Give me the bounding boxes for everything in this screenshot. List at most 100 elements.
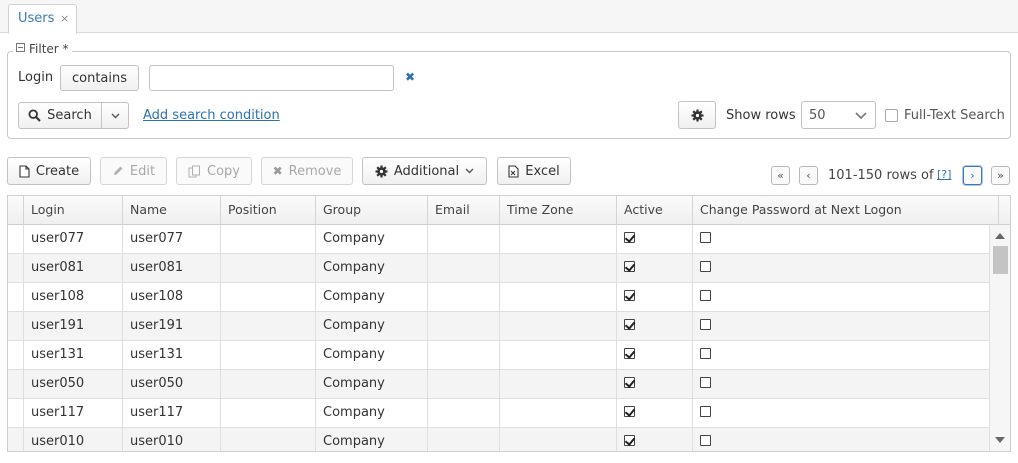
cell-email <box>428 341 500 370</box>
row-selector[interactable] <box>8 254 24 283</box>
row-selector[interactable] <box>8 312 24 341</box>
create-button[interactable]: Create <box>7 157 91 185</box>
unchecked-icon <box>700 260 711 272</box>
search-button[interactable]: Search <box>18 102 102 129</box>
scroll-thumb[interactable] <box>993 246 1008 274</box>
row-selector[interactable] <box>8 283 24 312</box>
column-header-change-password[interactable]: Change Password at Next Logon <box>693 196 999 225</box>
cell-login: user050 <box>24 370 123 399</box>
row-selector[interactable] <box>8 370 24 399</box>
cell-login: user108 <box>24 283 123 312</box>
prev-page-button[interactable]: ‹ <box>799 166 818 185</box>
cell-name: user010 <box>123 428 221 451</box>
scroll-down-arrow-icon[interactable] <box>995 437 1005 443</box>
table-row[interactable]: user010 user010 Company <box>8 428 990 451</box>
fulltext-label: Full-Text Search <box>904 108 1005 123</box>
table-row[interactable]: user081 user081 Company <box>8 254 990 283</box>
last-page-button[interactable]: » <box>991 166 1010 185</box>
show-rows-label: Show rows <box>726 108 796 123</box>
cell-change-password <box>693 225 990 254</box>
cell-email <box>428 225 500 254</box>
remove-button[interactable]: ✖ Remove <box>261 157 353 185</box>
cell-active <box>617 399 693 428</box>
cell-group: Company <box>316 312 428 341</box>
settings-button[interactable] <box>678 101 716 129</box>
cell-position <box>221 225 316 254</box>
cell-login: user117 <box>24 399 123 428</box>
excel-button[interactable]: Excel <box>497 157 571 185</box>
cell-login: user010 <box>24 428 123 451</box>
cell-group: Company <box>316 399 428 428</box>
fulltext-checkbox[interactable] <box>885 109 898 122</box>
next-page-button[interactable]: › <box>963 166 982 185</box>
cell-change-password <box>693 428 990 451</box>
operator-button[interactable]: contains <box>60 65 139 91</box>
column-header-email[interactable]: Email <box>428 196 500 225</box>
add-search-condition-link[interactable]: Add search condition <box>143 108 280 123</box>
first-page-button[interactable]: « <box>771 166 790 185</box>
row-selector[interactable] <box>8 225 24 254</box>
column-header-timezone[interactable]: Time Zone <box>500 196 617 225</box>
edit-button[interactable]: Edit <box>100 157 167 185</box>
cell-group: Company <box>316 225 428 254</box>
cell-change-password <box>693 312 990 341</box>
clear-condition-icon[interactable]: ✖ <box>405 70 415 84</box>
cell-group: Company <box>316 341 428 370</box>
show-rows-select[interactable]: 50 <box>801 101 876 129</box>
tab-users[interactable]: Users × <box>8 4 77 34</box>
pencil-icon <box>113 166 123 175</box>
row-selector[interactable] <box>8 428 24 451</box>
unchecked-icon <box>700 347 711 359</box>
row-selector[interactable] <box>8 341 24 370</box>
copy-icon <box>188 165 200 177</box>
search-button-label: Search <box>47 108 92 123</box>
chevron-down-icon <box>855 112 867 120</box>
table-row[interactable]: user117 user117 Company <box>8 399 990 428</box>
column-header-active[interactable]: Active <box>617 196 693 225</box>
vertical-scrollbar[interactable] <box>990 225 1010 451</box>
unchecked-icon <box>700 289 711 301</box>
column-header-name[interactable]: Name <box>123 196 221 225</box>
cell-group: Company <box>316 370 428 399</box>
cell-change-password <box>693 283 990 312</box>
tab-close-icon[interactable]: × <box>60 12 69 25</box>
row-selector[interactable] <box>8 399 24 428</box>
cell-name: user108 <box>123 283 221 312</box>
cell-timezone <box>500 225 617 254</box>
column-header-login[interactable]: Login <box>24 196 123 225</box>
cell-group: Company <box>316 283 428 312</box>
unchecked-icon <box>700 434 711 446</box>
cell-active <box>617 283 693 312</box>
collapse-icon[interactable] <box>16 43 25 52</box>
column-header-position[interactable]: Position <box>221 196 316 225</box>
table-row[interactable]: user077 user077 Company <box>8 225 990 254</box>
cell-name: user077 <box>123 225 221 254</box>
cell-active <box>617 370 693 399</box>
search-options-button[interactable] <box>101 102 129 129</box>
cell-timezone <box>500 254 617 283</box>
header-selector <box>8 196 24 225</box>
filter-legend[interactable]: Filter * <box>13 42 72 56</box>
table-row[interactable]: user131 user131 Company <box>8 341 990 370</box>
cell-email <box>428 254 500 283</box>
scroll-up-arrow-icon[interactable] <box>995 233 1005 239</box>
additional-button[interactable]: Additional <box>362 157 487 185</box>
condition-value-input[interactable] <box>149 65 394 91</box>
condition-label: Login <box>18 70 54 85</box>
cell-position <box>221 428 316 451</box>
cell-email <box>428 428 500 451</box>
excel-icon <box>508 164 519 178</box>
table-row[interactable]: user050 user050 Company <box>8 370 990 399</box>
gear-icon <box>691 109 703 121</box>
cell-timezone <box>500 370 617 399</box>
unchecked-icon <box>700 405 711 417</box>
total-count-link[interactable]: [?] <box>937 168 951 181</box>
copy-button[interactable]: Copy <box>176 157 252 185</box>
table-row[interactable]: user108 user108 Company <box>8 283 990 312</box>
table-row[interactable]: user191 user191 Company <box>8 312 990 341</box>
cell-name: user191 <box>123 312 221 341</box>
new-file-icon <box>19 164 30 178</box>
additional-button-label: Additional <box>393 163 460 179</box>
column-header-group[interactable]: Group <box>316 196 428 225</box>
cell-position <box>221 370 316 399</box>
